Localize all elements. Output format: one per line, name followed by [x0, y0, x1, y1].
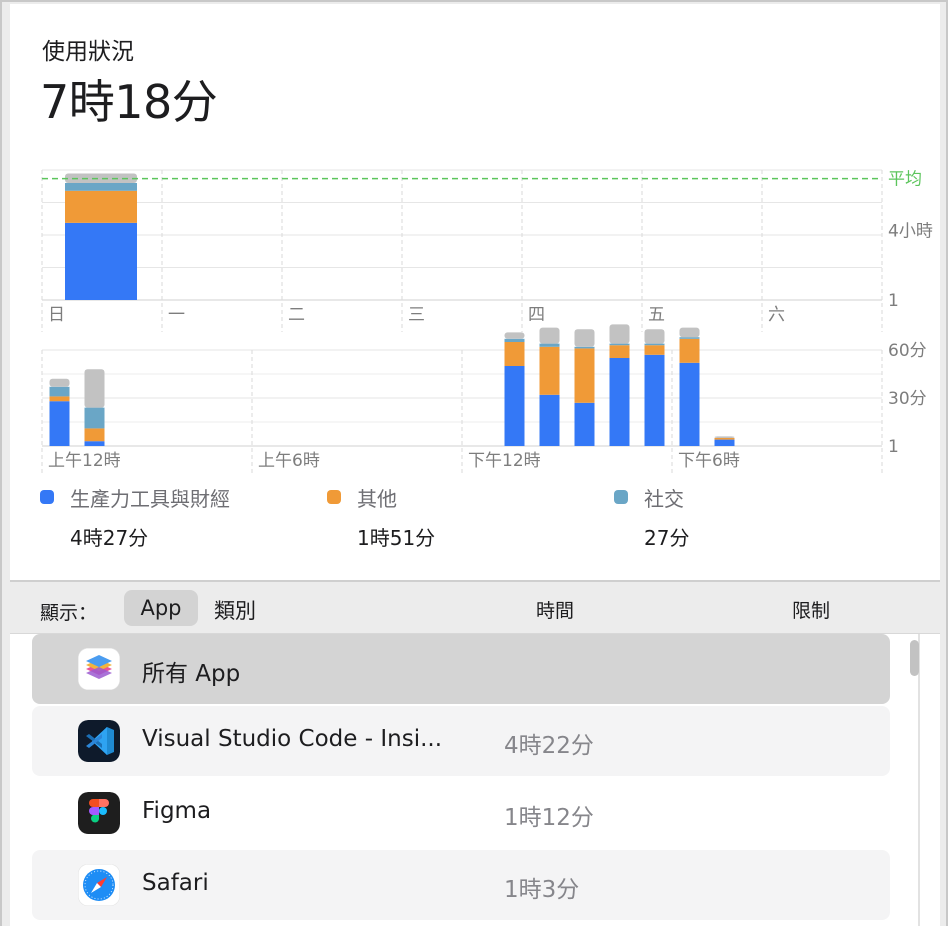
hour-bar-productivity-19	[714, 439, 735, 446]
legend-label: 社交	[644, 487, 684, 511]
hour-bar-other-15	[574, 348, 595, 403]
week-y-tick-1: 4小時	[888, 222, 933, 242]
week-day-label-6: 六	[768, 305, 785, 325]
hour-x-tick-2: 下午12時	[468, 451, 541, 471]
hour-x-tick-0: 上午12時	[48, 451, 121, 471]
vscode-icon	[78, 720, 120, 762]
hour-bar-productivity-17	[644, 354, 665, 446]
hour-bar-rest-13	[504, 332, 525, 339]
column-header-time[interactable]: 時間	[536, 596, 574, 623]
app-time: 1時12分	[504, 805, 594, 831]
hour-bar-other-0	[49, 396, 70, 402]
week-day-label-5: 五	[648, 305, 665, 325]
week-day-label-4: 四	[528, 305, 545, 325]
legend-swatch-productivity	[40, 490, 54, 504]
legend-swatch-other	[327, 490, 341, 504]
hour-y-tick-1: 30分	[888, 389, 927, 409]
week-y-tick-2: 平均	[888, 170, 922, 190]
hour-bar-social-16	[609, 343, 630, 346]
weekly-usage-chart: 日 一 二 三 四 五 六 1 4小時 平均	[41, 169, 933, 332]
segment-category-button[interactable]: 類別	[214, 595, 256, 625]
hour-bar-productivity-0	[49, 401, 70, 446]
hour-bar-rest-15	[574, 329, 595, 347]
app-name: Figma	[142, 798, 212, 824]
hour-bar-other-14	[539, 346, 560, 395]
list-item-figma[interactable]: Figma 1時12分	[32, 778, 890, 848]
hour-bar-social-17	[644, 343, 665, 346]
hour-bar-rest-17	[644, 329, 665, 344]
hour-bar-rest-1	[84, 369, 105, 408]
hour-bar-other-13	[504, 342, 525, 366]
week-day-label-0: 日	[48, 305, 65, 325]
hour-bar-productivity-14	[539, 394, 560, 446]
legend-label: 其他	[357, 487, 397, 511]
week-y-tick-0: 1	[888, 291, 899, 311]
legend-value: 4時27分	[70, 526, 149, 550]
screen-time-window: 使用狀況 7時18分 日 一 二 三 四 五 六 1 4小時 平均 上午12時 上午6時 下午12時 下…	[0, 0, 948, 926]
hour-x-tick-3: 下午6時	[678, 451, 740, 471]
usage-title: 使用狀況	[42, 39, 134, 65]
list-item-vscode[interactable]: Visual Studio Code - Insi... 4時22分	[32, 706, 890, 776]
app-time: 1時3分	[504, 877, 580, 903]
hour-bar-productivity-15	[574, 402, 595, 446]
list-header: 顯示： App 類別 時間 限制	[10, 582, 940, 634]
hour-bar-rest-19	[714, 436, 735, 438]
category-legend: 生產力工具與財經 4時27分 其他 1時51分 社交 27分	[10, 480, 940, 560]
week-bar-productivity-0	[65, 222, 137, 300]
app-name: Safari	[142, 870, 209, 896]
hour-bar-rest-14	[539, 327, 560, 344]
list-item-all-apps[interactable]: 所有 App	[32, 634, 890, 704]
week-day-label-2: 二	[288, 305, 305, 325]
hour-bar-social-15	[574, 346, 595, 349]
legend-label: 生產力工具與財經	[70, 487, 230, 511]
hour-x-tick-1: 上午6時	[258, 451, 320, 471]
hour-bar-rest-16	[609, 324, 630, 344]
hour-bar-other-17	[644, 345, 665, 355]
hourly-usage-chart: 上午12時 上午6時 下午12時 下午6時 1 30分 60分	[41, 324, 927, 474]
list-item-safari[interactable]: Safari 1時3分	[32, 850, 890, 920]
week-day-label-3: 三	[408, 305, 425, 325]
app-list[interactable]: 所有 App Visual Studio Code - Insi... 4時22…	[10, 634, 940, 926]
hour-bar-other-1	[84, 428, 105, 442]
week-bar-other-0	[65, 190, 137, 223]
hour-y-tick-2: 60分	[888, 341, 927, 361]
layers-icon	[78, 648, 120, 690]
hour-bar-social-0	[49, 386, 70, 397]
hour-bar-other-18	[679, 338, 700, 363]
app-name: 所有 App	[142, 661, 241, 687]
column-header-limit[interactable]: 限制	[792, 596, 830, 623]
scrollbar-thumb[interactable]	[910, 640, 919, 676]
week-bar-social-0	[65, 183, 137, 191]
hour-y-tick-0: 1	[888, 437, 899, 457]
segment-app-button[interactable]: App	[124, 590, 198, 626]
total-usage-time: 7時18分	[40, 75, 218, 129]
hour-bar-other-16	[609, 345, 630, 358]
hour-bar-productivity-16	[609, 358, 630, 446]
hour-bar-social-1	[84, 407, 105, 429]
hour-bar-productivity-1	[84, 441, 105, 446]
hour-bar-rest-0	[49, 378, 70, 387]
hour-bar-productivity-13	[504, 366, 525, 446]
app-time: 4時22分	[504, 733, 594, 759]
hour-bar-rest-18	[679, 327, 700, 338]
hour-bar-other-19	[714, 438, 735, 440]
hour-bar-social-18	[679, 337, 700, 339]
week-day-label-1: 一	[168, 305, 185, 325]
hour-bar-social-13	[504, 338, 525, 342]
legend-swatch-social	[614, 490, 628, 504]
show-label: 顯示：	[40, 602, 98, 624]
scrollbar[interactable]	[906, 634, 922, 926]
app-name: Visual Studio Code - Insi...	[142, 726, 443, 752]
figma-icon	[78, 792, 120, 834]
safari-compass-icon	[78, 864, 120, 906]
hour-bar-productivity-18	[679, 362, 700, 446]
legend-value: 1時51分	[357, 526, 436, 550]
hour-bar-social-14	[539, 343, 560, 347]
legend-value: 27分	[644, 526, 690, 550]
